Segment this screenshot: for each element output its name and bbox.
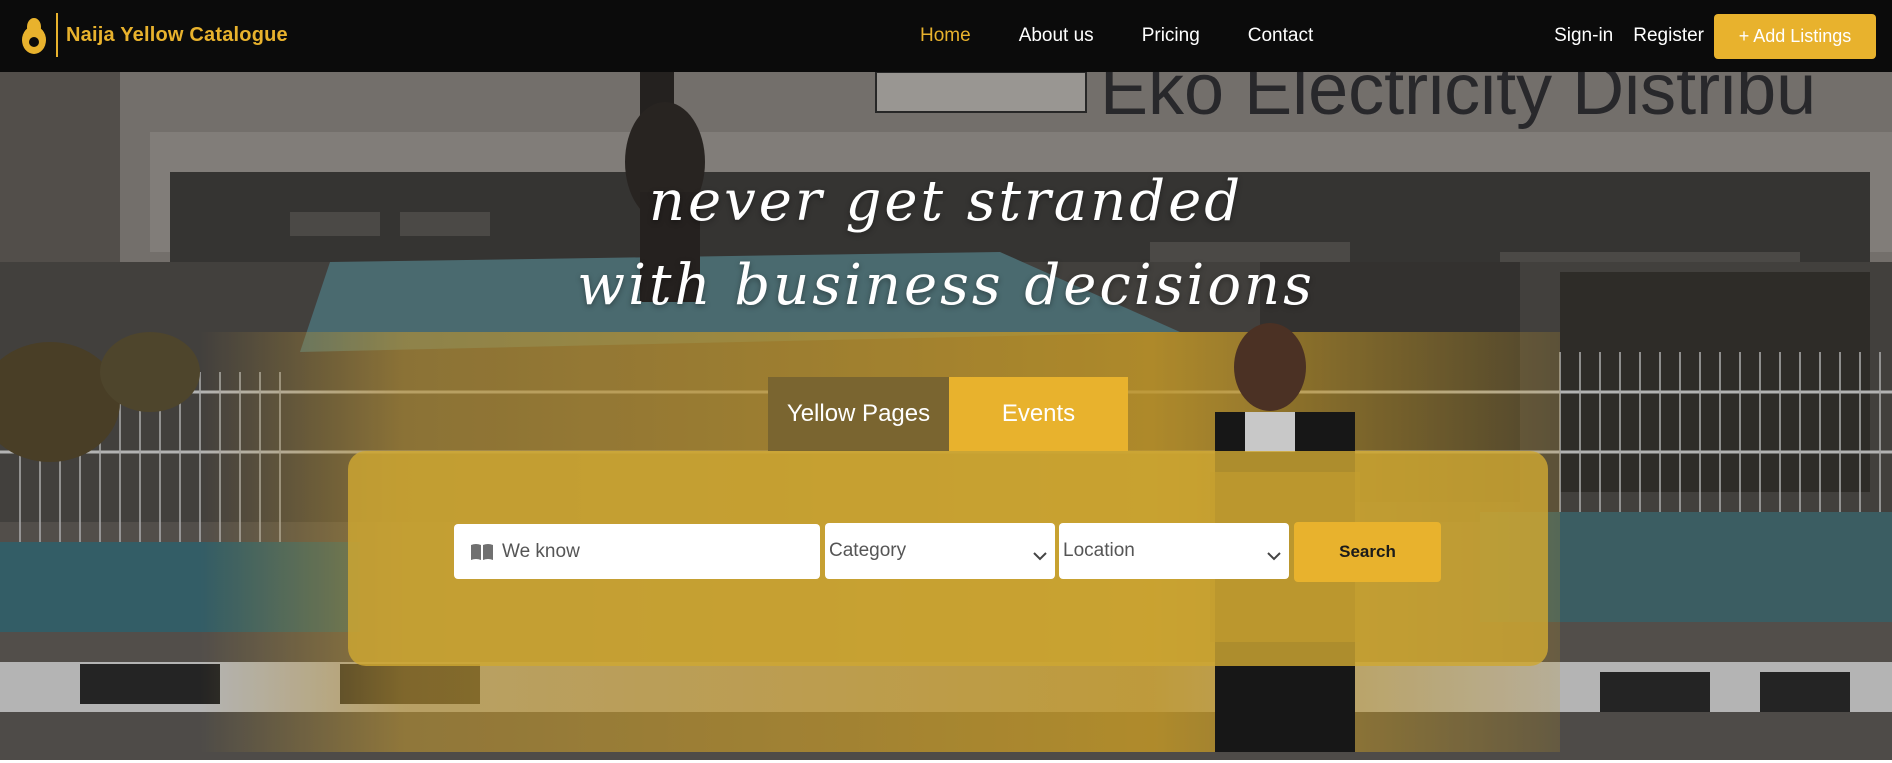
avocado-logo-icon (20, 15, 48, 55)
hero-headline: never get stranded with business decisio… (0, 160, 1892, 328)
register-link[interactable]: Register (1633, 13, 1704, 59)
location-select[interactable]: Location (1059, 523, 1289, 579)
category-select[interactable]: Category (825, 523, 1055, 579)
chevron-down-icon (1267, 545, 1281, 561)
nav-pricing[interactable]: Pricing (1142, 24, 1200, 48)
book-icon (470, 543, 494, 561)
keyword-field (454, 524, 820, 579)
nav-about-us[interactable]: About us (1019, 24, 1094, 48)
search-tabs: Yellow Pages Events (768, 377, 1128, 451)
tab-events[interactable]: Events (949, 377, 1128, 451)
top-navbar: Naija Yellow Catalogue Home About us Pri… (0, 0, 1892, 72)
category-selected-value: Category (829, 540, 907, 561)
hero-section: Eko Electricity Distribu never get stran… (0, 72, 1892, 760)
nav-home[interactable]: Home (920, 24, 971, 48)
auth-area: Sign-in Register + Add Listings (1554, 13, 1876, 59)
location-selected-value: Location (1063, 540, 1135, 561)
tab-yellow-pages[interactable]: Yellow Pages (768, 377, 949, 451)
nav-contact[interactable]: Contact (1248, 24, 1313, 48)
signin-link[interactable]: Sign-in (1554, 13, 1613, 59)
main-nav: Home About us Pricing Contact (920, 24, 1361, 48)
search-panel: Category Location Search (348, 451, 1548, 666)
search-button[interactable]: Search (1294, 522, 1441, 582)
chevron-down-icon (1033, 545, 1047, 561)
brand[interactable]: Naija Yellow Catalogue (20, 12, 288, 58)
headline-line-1: never get stranded (648, 169, 1244, 234)
brand-name: Naija Yellow Catalogue (66, 23, 288, 46)
keyword-input[interactable] (502, 540, 802, 563)
add-listings-button[interactable]: + Add Listings (1714, 13, 1876, 59)
headline-line-2: with business decisions (577, 253, 1315, 318)
brand-divider (56, 13, 58, 57)
